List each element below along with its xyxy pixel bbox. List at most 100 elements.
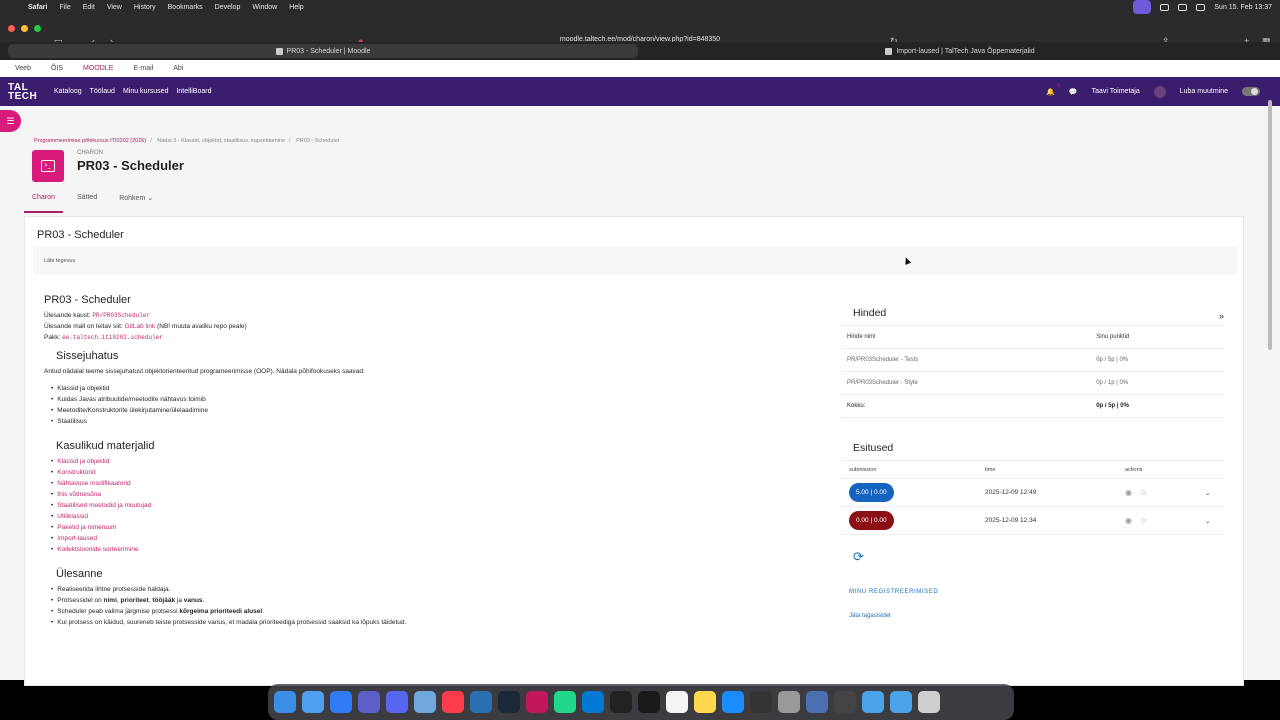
toplink-abi[interactable]: Abi [173,65,183,72]
star-icon[interactable]: ☆ [1140,488,1147,497]
list-item: Scheduler peab valima järgmise protsessi… [51,606,824,617]
menu-view[interactable]: View [107,4,122,11]
tab-more[interactable]: Rohkem ⌄ [111,190,161,213]
status-pill-icon[interactable] [1133,0,1152,14]
table-row[interactable]: 0.00 | 0.00 2025-12-09 12:34 ◉ ☆ ⌄ [841,506,1225,535]
text: Scheduler peab valima järgmise protsessi [57,608,180,615]
gitlab-link[interactable]: GitLab link [125,323,156,330]
tab-import-laused[interactable]: Import-laused | TalTech Java Õppematerja… [640,42,1280,60]
menu-develop[interactable]: Develop [215,4,241,11]
chevron-down-icon[interactable]: ⌄ [1205,518,1210,525]
safari-icon[interactable] [302,691,324,713]
battery-icon[interactable] [1160,3,1170,11]
charon-activity-icon: >_ [32,150,64,182]
eye-icon[interactable]: ◉ [1125,516,1132,525]
menu-safari[interactable]: Safari [28,4,47,11]
app-icon[interactable] [834,691,856,713]
table-row: PR/PR03Scheduler - Style 0p / 1p | 0% [841,371,1225,395]
teams-icon[interactable] [358,691,380,713]
pycharm-icon[interactable] [554,691,576,713]
material-link[interactable]: this võtmesõna [57,491,101,498]
breadcrumb-week[interactable]: Nädal 3 - Klassid, objektid, staatilisus… [157,138,285,144]
nav-kataloog[interactable]: Kataloog [54,88,82,95]
course-index-button[interactable]: ☰ [0,110,21,132]
terminal-app-icon[interactable] [610,691,632,713]
material-link[interactable]: Konstruktorid [57,469,95,476]
breadcrumb-course[interactable]: Programmeerimise põhikursus ITI0202 (202… [34,138,146,144]
menu-help[interactable]: Help [289,4,303,11]
expand-icon[interactable]: » [1219,311,1224,321]
star-icon[interactable]: ☆ [1140,516,1147,525]
steam-icon[interactable] [498,691,520,713]
music-icon[interactable] [442,691,464,713]
discord-icon[interactable] [386,691,408,713]
messenger-icon[interactable] [330,691,352,713]
notifications-bell-icon[interactable]: 🔔 3 [1046,83,1060,96]
toplink-moodle[interactable]: MOODLE [83,65,113,72]
folder-icon[interactable] [862,691,884,713]
nav-toolaud[interactable]: Töölaud [90,88,115,95]
toplink-email[interactable]: E-mail [133,65,153,72]
wifi-icon[interactable] [1178,3,1188,11]
material-link[interactable]: Utiliklassid [57,513,88,520]
activity-monitor-icon[interactable] [638,691,660,713]
text: kõrgeima prioriteedi alusel [179,608,263,615]
edit-mode-toggle[interactable] [1242,87,1260,96]
material-link[interactable]: Staatilised meetodid ja muutujad [57,502,151,509]
tab-moodle[interactable]: PR03 - Scheduler | Moodle [8,44,638,58]
control-center-icon[interactable] [1196,3,1206,11]
app-icon[interactable] [750,691,772,713]
calendar-icon[interactable] [666,691,688,713]
mail-icon[interactable] [414,691,436,713]
toplink-ois[interactable]: ÕIS [51,65,63,72]
system-settings-icon[interactable] [778,691,800,713]
toplink-veeb[interactable]: Veeb [15,65,31,72]
page-scrollbar[interactable] [1268,100,1272,350]
tab-title: PR03 - Scheduler | Moodle [286,47,371,55]
vscode-icon[interactable] [582,691,604,713]
close-window-icon[interactable] [8,24,15,32]
actions-cell: ◉ ☆ [1117,478,1197,507]
messages-icon[interactable]: 💬 [1069,88,1078,96]
navbar-user-area: 🔔 3 💬 Taavi Toimetaja Luba muutmine [1046,83,1280,98]
zoom-window-icon[interactable] [34,24,41,32]
material-link[interactable]: Klassid ja objektid [57,458,109,465]
eye-icon[interactable]: ◉ [1125,488,1132,497]
tab-charon[interactable]: Charon [24,190,63,213]
material-link[interactable]: Kollektsioonide sorteerimine [57,546,138,553]
intellij-icon[interactable] [526,691,548,713]
app-icon[interactable] [470,691,492,713]
menu-window[interactable]: Window [252,4,277,11]
submission-score-badge[interactable]: 0.00 | 0.00 [849,511,894,530]
feedback-link[interactable]: Jäta tagasisidet [849,613,1225,619]
app-store-icon[interactable] [722,691,744,713]
table-row[interactable]: 5.00 | 0.00 2025-12-09 12:49 ◉ ☆ ⌄ [841,478,1225,507]
menubar-clock[interactable]: Sun 15. Feb 13:37 [1214,4,1272,11]
menu-bookmarks[interactable]: Bookmarks [168,4,203,11]
user-name[interactable]: Taavi Toimetaja [1092,88,1140,95]
menu-edit[interactable]: Edit [83,4,95,11]
finder-icon[interactable] [274,691,296,713]
total-label: Kokku: [841,394,1091,418]
material-link[interactable]: Paketid ja nimeruum [57,524,116,531]
material-link[interactable]: Nähtavuse modifikaatorid [57,480,130,487]
trash-icon[interactable] [918,691,940,713]
nav-minu-kursused[interactable]: Minu kursused [123,88,169,95]
chevron-down-icon[interactable]: ⌄ [1205,490,1210,497]
taltech-logo[interactable]: TAL TECH [8,82,54,101]
folder-icon[interactable] [890,691,912,713]
menu-file[interactable]: File [59,4,70,11]
tab-settings[interactable]: Sätted [69,190,105,213]
avatar[interactable] [1153,85,1166,98]
moodle-favicon-icon [275,47,283,55]
material-link[interactable]: Import-laused [57,535,97,542]
nav-intelliboard[interactable]: IntelliBoard [176,88,211,95]
refresh-icon[interactable]: ⟳ [853,549,1225,565]
notes-icon[interactable] [694,691,716,713]
app-icon[interactable] [806,691,828,713]
minimize-window-icon[interactable] [21,24,28,32]
my-registrations-link[interactable]: MINU REGISTREERIMISED [849,589,1225,595]
template-line: Ülesande mall on leitav siit: GitLab lin… [44,321,824,332]
menu-history[interactable]: History [134,4,156,11]
submission-score-badge[interactable]: 5.00 | 0.00 [849,483,894,502]
